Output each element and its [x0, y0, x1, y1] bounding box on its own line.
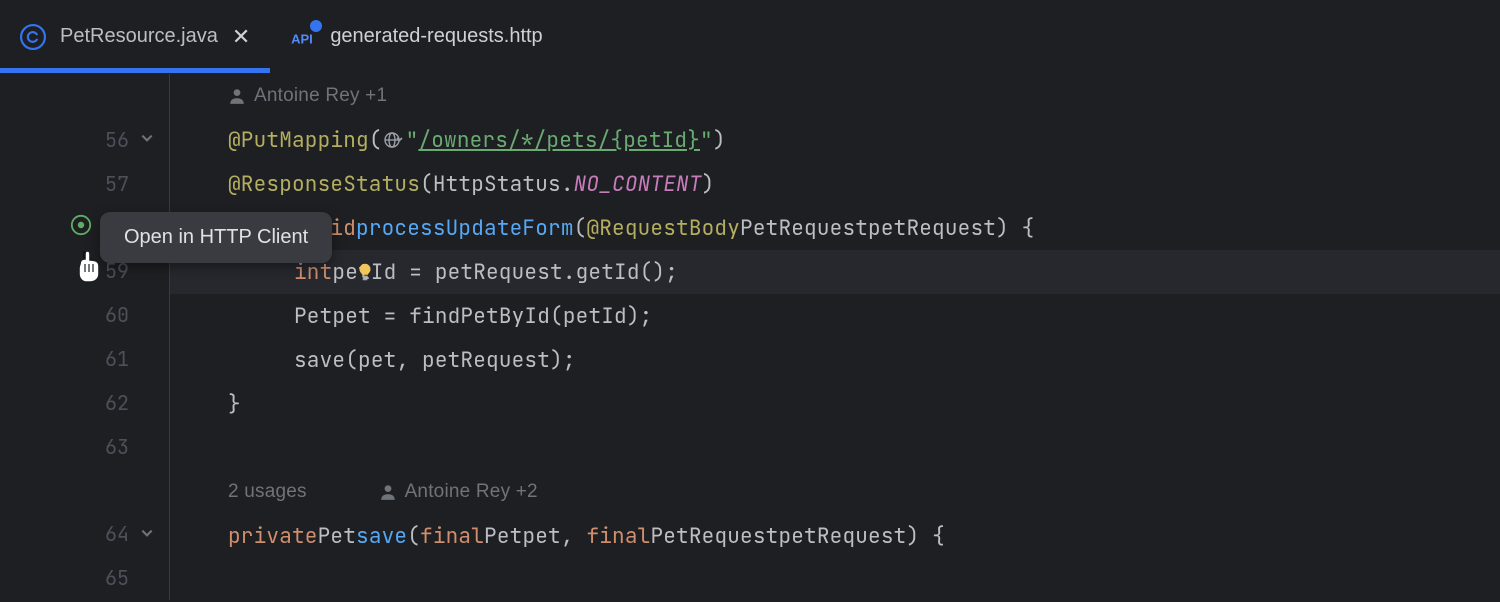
person-icon	[228, 87, 246, 105]
gutter: 56 57 58 59 60 61 62	[0, 74, 170, 600]
run-endpoint-icon[interactable]	[70, 214, 92, 241]
url-mapping[interactable]: /owners/*/pets/{petId}	[418, 127, 700, 154]
tooltip-text: Open in HTTP Client	[124, 226, 308, 248]
intention-bulb-icon[interactable]	[354, 261, 376, 283]
tooltip-open-http-client: Open in HTTP Client	[100, 212, 332, 263]
code-line[interactable]: @ResponseStatus(HttpStatus.NO_CONTENT)	[170, 162, 1500, 206]
code-lens-blame[interactable]: Antoine Rey +1	[170, 74, 1500, 118]
tab-label-inactive: generated-requests.http	[330, 25, 542, 48]
line-number: 63	[89, 434, 129, 460]
cursor-pointer-icon	[74, 246, 108, 291]
api-badge-icon	[310, 20, 322, 32]
person-icon	[379, 483, 397, 501]
line-number: 61	[89, 346, 129, 372]
line-number: 60	[89, 302, 129, 328]
code-content[interactable]: Antoine Rey +1 @PutMapping("/owners/*/pe…	[170, 74, 1500, 600]
code-line[interactable]: public void processUpdateForm(@RequestBo…	[170, 206, 1500, 250]
fold-toggle-icon[interactable]	[139, 526, 155, 543]
close-icon[interactable]: ✕	[232, 24, 250, 50]
editor-area: 56 57 58 59 60 61 62	[0, 74, 1500, 600]
usages-count[interactable]: 2 usages	[228, 481, 307, 503]
line-number: 57	[89, 171, 129, 197]
gutter-row[interactable]: 57	[0, 162, 169, 206]
code-line[interactable]	[170, 558, 1500, 602]
gutter-row[interactable]: 60	[0, 293, 169, 337]
tab-label-active: PetResource.java	[60, 25, 218, 48]
code-lens-usages[interactable]: 2 usages Antoine Rey +2	[170, 470, 1500, 514]
gutter-row[interactable]: 64	[0, 512, 169, 556]
gutter-row[interactable]: 65	[0, 556, 169, 600]
code-line[interactable]: @PutMapping("/owners/*/pets/{petId}")	[170, 118, 1500, 162]
fold-toggle-icon[interactable]	[139, 131, 155, 148]
gutter-row-blame	[0, 74, 169, 118]
editor-tabs: PetResource.java ✕ API generated-request…	[0, 0, 1500, 74]
gutter-row[interactable]: 61	[0, 337, 169, 381]
url-globe-icon[interactable]	[384, 130, 404, 150]
gutter-row[interactable]: 63	[0, 425, 169, 469]
code-line[interactable]: Pet pet = findPetById(petId);	[170, 294, 1500, 338]
line-number: 64	[89, 521, 129, 547]
gutter-row-blame	[0, 468, 169, 512]
code-line[interactable]: }	[170, 382, 1500, 426]
code-line[interactable]: save(pet, petRequest);	[170, 338, 1500, 382]
tab-petresource[interactable]: PetResource.java ✕	[0, 0, 270, 73]
line-number: 56	[89, 127, 129, 153]
gutter-row[interactable]: 62	[0, 381, 169, 425]
blame-author: Antoine Rey +1	[254, 85, 387, 107]
java-class-icon	[20, 24, 46, 50]
line-number: 62	[89, 390, 129, 416]
svg-text:API: API	[291, 31, 313, 46]
line-number: 65	[89, 565, 129, 591]
http-api-icon: API	[290, 24, 316, 50]
gutter-row[interactable]: 56	[0, 118, 169, 162]
tab-generated-requests[interactable]: API generated-requests.http	[270, 0, 562, 73]
blame-author: Antoine Rey +2	[405, 481, 538, 502]
